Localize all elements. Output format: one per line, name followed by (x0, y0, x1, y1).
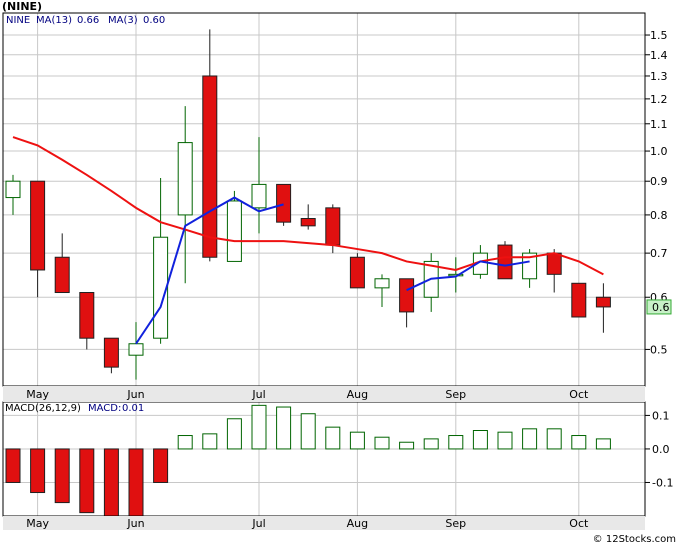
price-month-label: Sep (445, 388, 466, 401)
price-tick-label: 1.4 (650, 49, 668, 62)
candle-down (399, 278, 415, 313)
macd-bar-negative (54, 448, 70, 504)
price-month-label: Aug (347, 388, 368, 401)
price-tick-label: 0.7 (650, 247, 668, 260)
candle-up (128, 343, 144, 356)
ma-long-legend-label: MA(13) (36, 15, 72, 26)
macd-bar-positive (571, 435, 587, 450)
candle-down (349, 256, 365, 289)
last-price-label: 0.6 (652, 301, 670, 314)
candle-down (571, 282, 587, 318)
price-tick-label: 1.0 (650, 145, 668, 158)
macd-bar-negative (5, 448, 21, 483)
price-panel (3, 13, 645, 386)
stock-chart: 1.5 1.4 1.3 1.2 1.1 1.0 0.9 0.8 0.7 0.6 0.5 0.1 0.0 -… (2, 12, 676, 545)
macd-bar-negative (30, 448, 46, 494)
candle-down (54, 256, 70, 294)
candle-down (202, 75, 218, 258)
macd-legend-label: MACD(26,12,9) (5, 403, 81, 414)
macd-month-label: Oct (569, 517, 589, 530)
macd-bar-positive (472, 430, 488, 450)
macd-bar-negative (128, 448, 144, 517)
candle-down (546, 252, 562, 275)
macd-month-label: Sep (445, 517, 466, 530)
candle-up (226, 200, 242, 262)
price-month-band (3, 386, 645, 402)
macd-bar-positive (595, 438, 611, 450)
copyright-text: © 12Stocks.com (593, 534, 676, 545)
candle-up (374, 278, 390, 289)
macd-bar-positive (300, 413, 316, 450)
macd-bar-positive (374, 436, 390, 450)
price-month-label: Oct (569, 388, 589, 401)
chart-container: 1.5 1.4 1.3 1.2 1.1 1.0 0.9 0.8 0.7 0.6 0.5 0.1 0.0 -… (0, 0, 680, 546)
ma-long-legend-value: 0.66 (77, 15, 99, 26)
macd-panel (3, 402, 645, 516)
macd-bar-positive (546, 428, 562, 450)
price-tick-label: 1.3 (650, 70, 668, 83)
macd-month-label: Jun (126, 517, 144, 530)
candle-down (497, 244, 513, 280)
macd-bar-positive (251, 404, 267, 450)
macd-bar-positive (202, 433, 218, 450)
macd-bar-positive (399, 441, 415, 450)
price-month-label: May (26, 388, 49, 401)
price-tick-label: 0.5 (650, 343, 668, 356)
macd-bar-positive (276, 406, 292, 450)
candle-up (177, 142, 193, 216)
candle-up (5, 180, 21, 199)
ma-short-legend-label: MA(3) (108, 15, 138, 26)
macd-bar-positive (226, 418, 242, 450)
macd-bar-negative (79, 448, 95, 514)
macd-bar-positive (448, 435, 464, 450)
macd-bar-positive (325, 426, 341, 450)
macd-bar-negative (153, 448, 169, 483)
macd-month-label: Aug (347, 517, 368, 530)
candle-down (103, 337, 119, 368)
price-month-label: Jun (126, 388, 144, 401)
macd-month-label: Jul (251, 517, 265, 530)
ma-short-legend-value: 0.60 (143, 15, 165, 26)
macd-bar-positive (423, 438, 439, 450)
candle-up (251, 183, 267, 209)
macd-tick-label: 0.1 (652, 409, 670, 422)
macd-bar-positive (177, 435, 193, 450)
candle-down (595, 296, 611, 308)
candle-down (300, 218, 316, 227)
candle-down (79, 292, 95, 339)
price-tick-label: 1.1 (650, 118, 668, 131)
macd-bar-negative (103, 448, 119, 520)
macd-tick-label: 0.0 (652, 443, 670, 456)
macd-tick-label: -0.1 (652, 476, 673, 489)
price-tick-label: 1.2 (650, 93, 668, 106)
price-tick-label: 1.5 (650, 29, 668, 42)
macd-month-label: May (26, 517, 49, 530)
macd-bar-positive (349, 431, 365, 450)
ticker-legend: NINE (6, 15, 30, 26)
macd-legend-value-label: MACD: (88, 403, 121, 414)
macd-legend-value: 0.01 (122, 403, 144, 414)
price-tick-label: 0.8 (650, 209, 668, 222)
macd-bar-positive (522, 428, 538, 450)
candle-down (276, 183, 292, 223)
price-month-label: Jul (251, 388, 265, 401)
candle-down (325, 207, 341, 246)
macd-bar-positive (497, 431, 513, 450)
candle-down (30, 180, 46, 271)
price-tick-label: 0.9 (650, 175, 668, 188)
page-title: (NINE) (2, 0, 43, 13)
macd-month-band (3, 516, 645, 530)
